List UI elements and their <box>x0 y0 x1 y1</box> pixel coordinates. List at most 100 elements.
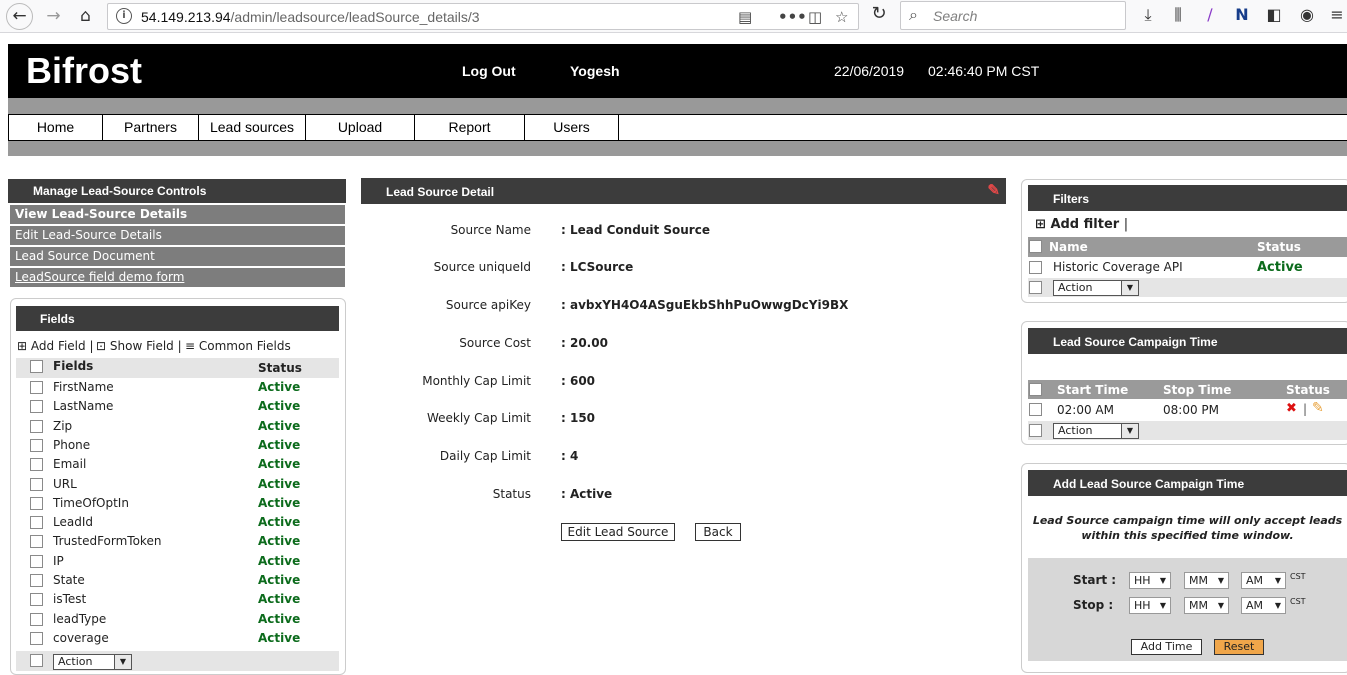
field-name: LeadId <box>53 515 93 530</box>
list-icon: ≡ <box>185 339 196 353</box>
campaign-footer-checkbox[interactable] <box>1029 424 1042 437</box>
menu-icon[interactable]: ≡ <box>1326 5 1347 24</box>
field-checkbox[interactable] <box>30 535 43 549</box>
select-all-campaign-checkbox[interactable] <box>1029 383 1042 396</box>
field-status: Active <box>258 573 301 587</box>
detail-label: Source Cost <box>459 336 531 350</box>
home-icon[interactable]: ⌂ <box>72 3 99 30</box>
chevron-down-icon: ▼ <box>1217 576 1224 585</box>
reset-button[interactable]: Reset <box>1214 639 1264 655</box>
chevron-down-icon: ▼ <box>1121 424 1138 438</box>
search-input[interactable]: ⌕ Search <box>900 1 1126 30</box>
stop-hour-select[interactable]: HH ▼ <box>1129 597 1171 614</box>
detail-value: : Active <box>561 487 613 501</box>
edit-lead-source-button[interactable]: Edit Lead Source <box>561 523 675 541</box>
menu-lead-sources[interactable]: Lead sources <box>199 115 306 140</box>
field-status: Active <box>258 553 301 568</box>
bookmark-star-icon[interactable]: ☆ <box>835 8 848 26</box>
field-demo-form-link[interactable]: LeadSource field demo form <box>10 268 345 287</box>
edit-details-link[interactable]: Edit Lead-Source Details <box>10 226 345 245</box>
forward-arrow-icon[interactable]: → <box>40 3 67 30</box>
browser-toolbar: ← → ⌂ i 54.149.213.94/admin/leadsource/l… <box>0 0 1347 33</box>
field-checkbox[interactable] <box>30 458 43 472</box>
field-checkbox[interactable] <box>30 438 43 452</box>
filters-header: Filters <box>1028 185 1347 211</box>
field-status: Active <box>258 592 301 607</box>
field-checkbox[interactable] <box>30 496 43 510</box>
url-bar[interactable]: i 54.149.213.94/admin/leadsource/leadSou… <box>107 3 859 30</box>
menu-partners[interactable]: Partners <box>103 115 199 140</box>
filters-footer-checkbox[interactable] <box>1029 281 1042 294</box>
field-checkbox[interactable] <box>30 554 43 568</box>
field-name: Email <box>53 457 87 472</box>
menu-home[interactable]: Home <box>8 115 103 140</box>
field-checkbox[interactable] <box>30 477 43 491</box>
reader-view-icon[interactable]: ▤ <box>738 8 752 26</box>
campaign-action-select[interactable]: Action ▼ <box>1053 423 1139 439</box>
pen-extension-icon[interactable]: ∕ <box>1199 5 1221 24</box>
library-icon[interactable]: ⫼ <box>1167 5 1189 25</box>
account-icon[interactable]: ◉ <box>1296 5 1318 24</box>
field-status: Active <box>258 476 301 491</box>
sidebar-icon[interactable]: ◧ <box>1263 5 1285 24</box>
extension-n-icon[interactable]: N <box>1231 5 1253 24</box>
delete-icon[interactable]: ✖ <box>1286 401 1297 416</box>
start-ampm-value: AM <box>1246 574 1264 587</box>
field-status: Active <box>258 437 301 452</box>
field-checkbox[interactable] <box>30 419 43 433</box>
field-checkbox[interactable] <box>30 574 43 587</box>
back-arrow-icon[interactable]: ← <box>6 3 33 30</box>
select-all-fields-checkbox[interactable] <box>30 360 43 373</box>
field-checkbox[interactable] <box>30 381 43 394</box>
info-icon[interactable]: i <box>116 8 132 24</box>
add-field-link[interactable]: ⊞ Add Field | <box>17 339 94 353</box>
back-button[interactable]: Back <box>695 523 741 541</box>
edit-campaign-icon[interactable]: ✎ <box>1312 400 1324 416</box>
stop-ampm-select[interactable]: AM ▼ <box>1241 597 1286 614</box>
filter-row-checkbox[interactable] <box>1029 261 1042 274</box>
menu-report[interactable]: Report <box>415 115 525 140</box>
detail-label: Status <box>492 487 531 501</box>
more-icon[interactable]: ••• <box>778 8 807 26</box>
add-campaign-header: Add Lead Source Campaign Time <box>1028 470 1347 496</box>
common-fields-label: Common Fields <box>198 339 291 353</box>
detail-value: : Lead Conduit Source <box>561 223 710 237</box>
stop-label: Stop : <box>1073 598 1114 612</box>
pocket-icon[interactable]: ◫ <box>808 8 822 26</box>
add-filter-label: Add filter <box>1050 217 1120 232</box>
add-filter-link[interactable]: ⊞ Add filter | <box>1035 217 1128 232</box>
view-details-link[interactable]: View Lead-Source Details <box>10 205 345 224</box>
start-hour-select[interactable]: HH ▼ <box>1129 572 1171 589</box>
detail-value: : 150 <box>561 411 596 425</box>
select-all-filters-checkbox[interactable] <box>1029 240 1042 253</box>
col-start-time: Start Time <box>1057 383 1129 397</box>
field-name: TimeOfOptIn <box>53 495 129 510</box>
common-fields-link[interactable]: ≡ Common Fields <box>185 339 291 353</box>
detail-header: Lead Source Detail ✎ <box>361 178 1006 204</box>
start-minute-select[interactable]: MM ▼ <box>1184 572 1229 589</box>
start-ampm-select[interactable]: AM ▼ <box>1241 572 1286 589</box>
filters-action-select[interactable]: Action ▼ <box>1053 280 1139 296</box>
campaign-row-checkbox[interactable] <box>1029 403 1042 416</box>
fields-footer-checkbox[interactable] <box>30 654 43 667</box>
logout-link[interactable]: Log Out <box>462 63 516 79</box>
field-name: LastName <box>53 399 114 414</box>
add-time-button[interactable]: Add Time <box>1131 639 1202 655</box>
field-checkbox[interactable] <box>30 593 43 607</box>
field-checkbox[interactable] <box>30 631 43 645</box>
reload-icon[interactable]: ↻ <box>868 3 890 24</box>
field-checkbox[interactable] <box>30 400 43 414</box>
field-checkbox[interactable] <box>30 612 43 626</box>
menu-users[interactable]: Users <box>525 115 619 140</box>
download-icon[interactable]: ⤓ <box>1137 5 1159 25</box>
chevron-down-icon: ▼ <box>1159 601 1166 610</box>
field-checkbox[interactable] <box>30 516 43 530</box>
fields-action-select[interactable]: Action ▼ <box>53 654 132 670</box>
detail-label: Daily Cap Limit <box>439 449 531 463</box>
lead-source-document-link[interactable]: Lead Source Document <box>10 247 345 266</box>
start-minute-value: MM <box>1189 574 1208 587</box>
stop-minute-select[interactable]: MM ▼ <box>1184 597 1229 614</box>
edit-icon[interactable]: ✎ <box>987 181 1000 199</box>
show-field-link[interactable]: ⊡ Show Field | <box>96 339 182 353</box>
menu-upload[interactable]: Upload <box>306 115 415 140</box>
